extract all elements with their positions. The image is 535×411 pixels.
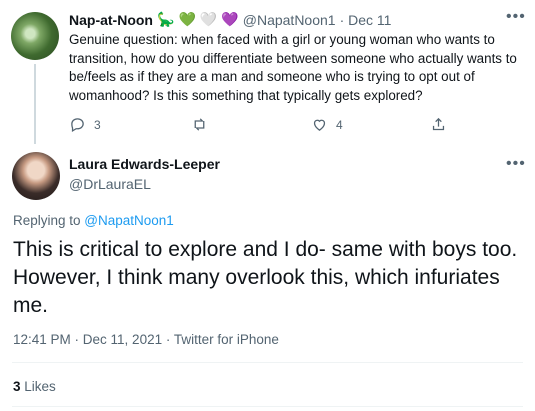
parent-tweet-header: Nap-at-Noon 🦕 💚 🤍 💜 @NapatNoon1 · Dec 11 [69, 11, 391, 28]
divider [12, 362, 523, 363]
like-button[interactable]: 4 [311, 116, 343, 133]
author-handle[interactable]: @NapatNoon1 [243, 12, 336, 28]
likes-count: 3 [13, 379, 21, 394]
share-icon [432, 117, 445, 131]
reply-icon [71, 118, 84, 133]
avatar[interactable] [12, 152, 60, 200]
more-icon[interactable]: ••• [506, 155, 526, 173]
green-heart-icon: 💚 [178, 11, 196, 27]
replying-to: Replying to @NapatNoon1 [13, 213, 174, 228]
tweet-text: Genuine question: when faced with a girl… [69, 32, 517, 103]
retweet-button[interactable] [191, 116, 208, 133]
likes-label: Likes [24, 379, 56, 394]
share-button[interactable] [430, 116, 447, 133]
more-icon[interactable]: ••• [506, 8, 526, 26]
purple-heart-icon: 💜 [221, 11, 239, 27]
avatar[interactable] [11, 12, 59, 60]
tweet-text: This is critical to explore and I do- sa… [13, 238, 518, 317]
author-name[interactable]: Nap-at-Noon [69, 12, 153, 28]
replying-handle-link[interactable]: @NapatNoon1 [84, 213, 174, 228]
reply-count: 3 [94, 117, 101, 132]
dinosaur-emoji-icon: 🦕 [157, 11, 175, 27]
author-name[interactable]: Laura Edwards-Leeper [69, 156, 220, 172]
tweet-date[interactable]: · Dec 11 [340, 12, 392, 28]
white-heart-icon: 🤍 [199, 11, 218, 27]
like-count: 4 [336, 117, 343, 132]
divider [12, 406, 523, 407]
retweet-icon [194, 118, 205, 131]
author-handle[interactable]: @DrLauraEL [69, 176, 151, 192]
reply-button[interactable]: 3 [69, 116, 101, 133]
thread-line [34, 64, 36, 144]
like-icon [313, 119, 326, 131]
tweet-timestamp[interactable]: 12:41 PM · Dec 11, 2021 · Twitter for iP… [13, 332, 279, 347]
likes-stat[interactable]: 3 Likes [13, 379, 56, 394]
replying-prefix: Replying to [13, 213, 85, 228]
